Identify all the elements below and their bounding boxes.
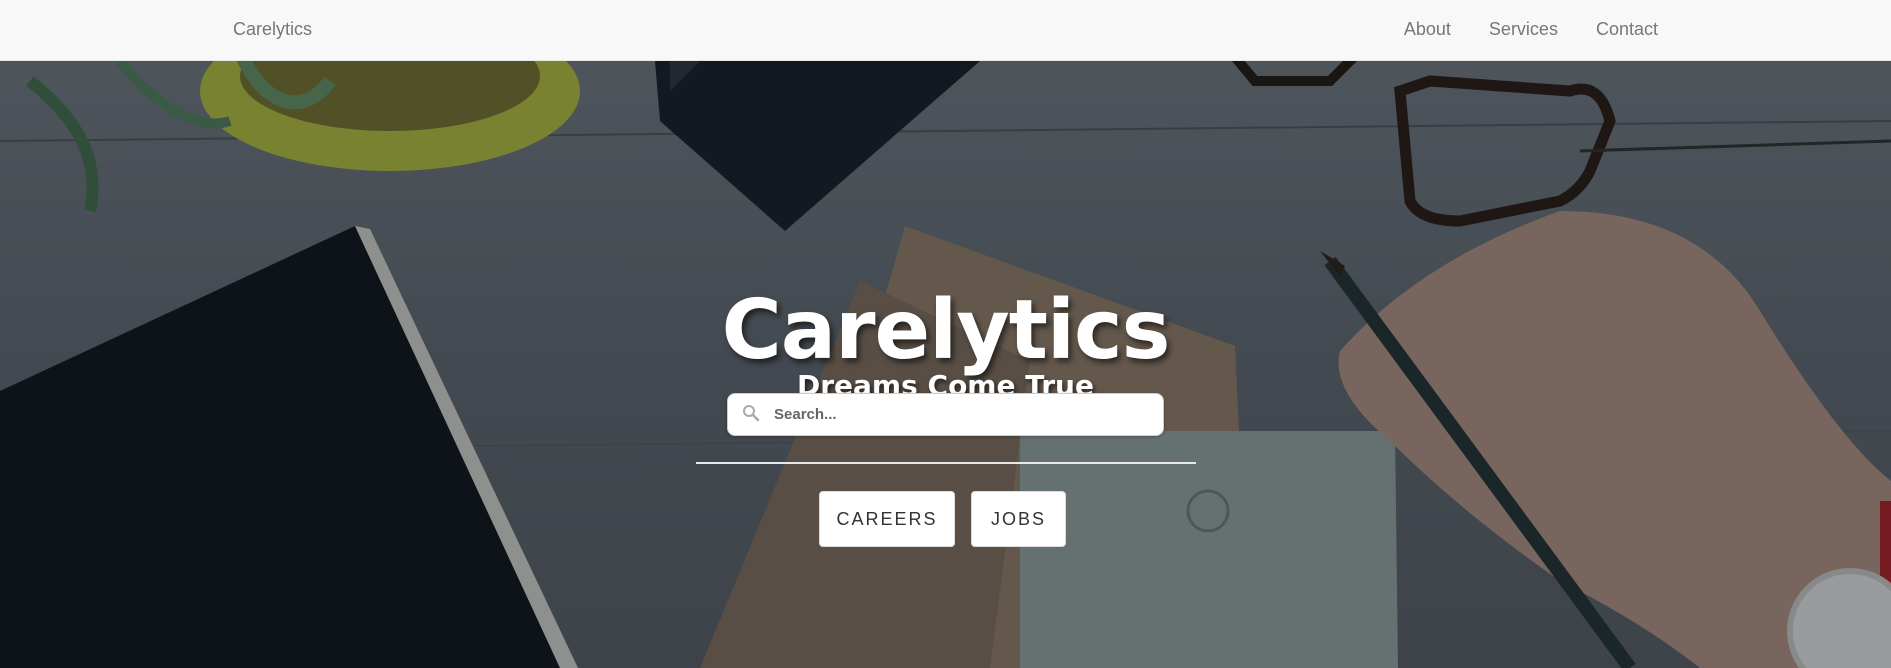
search-icon	[742, 404, 760, 422]
brand-link[interactable]: Carelytics	[233, 18, 312, 40]
hero-divider	[696, 462, 1196, 464]
nav-link-contact[interactable]: Contact	[1596, 18, 1658, 40]
nav-link-services[interactable]: Services	[1489, 18, 1558, 40]
top-navbar: Carelytics About Services Contact	[0, 0, 1891, 61]
search-input[interactable]	[772, 394, 1152, 435]
hero-title: Carelytics	[721, 282, 1171, 378]
search-bar	[727, 393, 1164, 436]
nav-links: About Services Contact	[1404, 18, 1658, 40]
careers-button[interactable]: CAREERS	[819, 491, 955, 547]
nav-link-about[interactable]: About	[1404, 18, 1451, 40]
jobs-button[interactable]: JOBS	[971, 491, 1066, 547]
